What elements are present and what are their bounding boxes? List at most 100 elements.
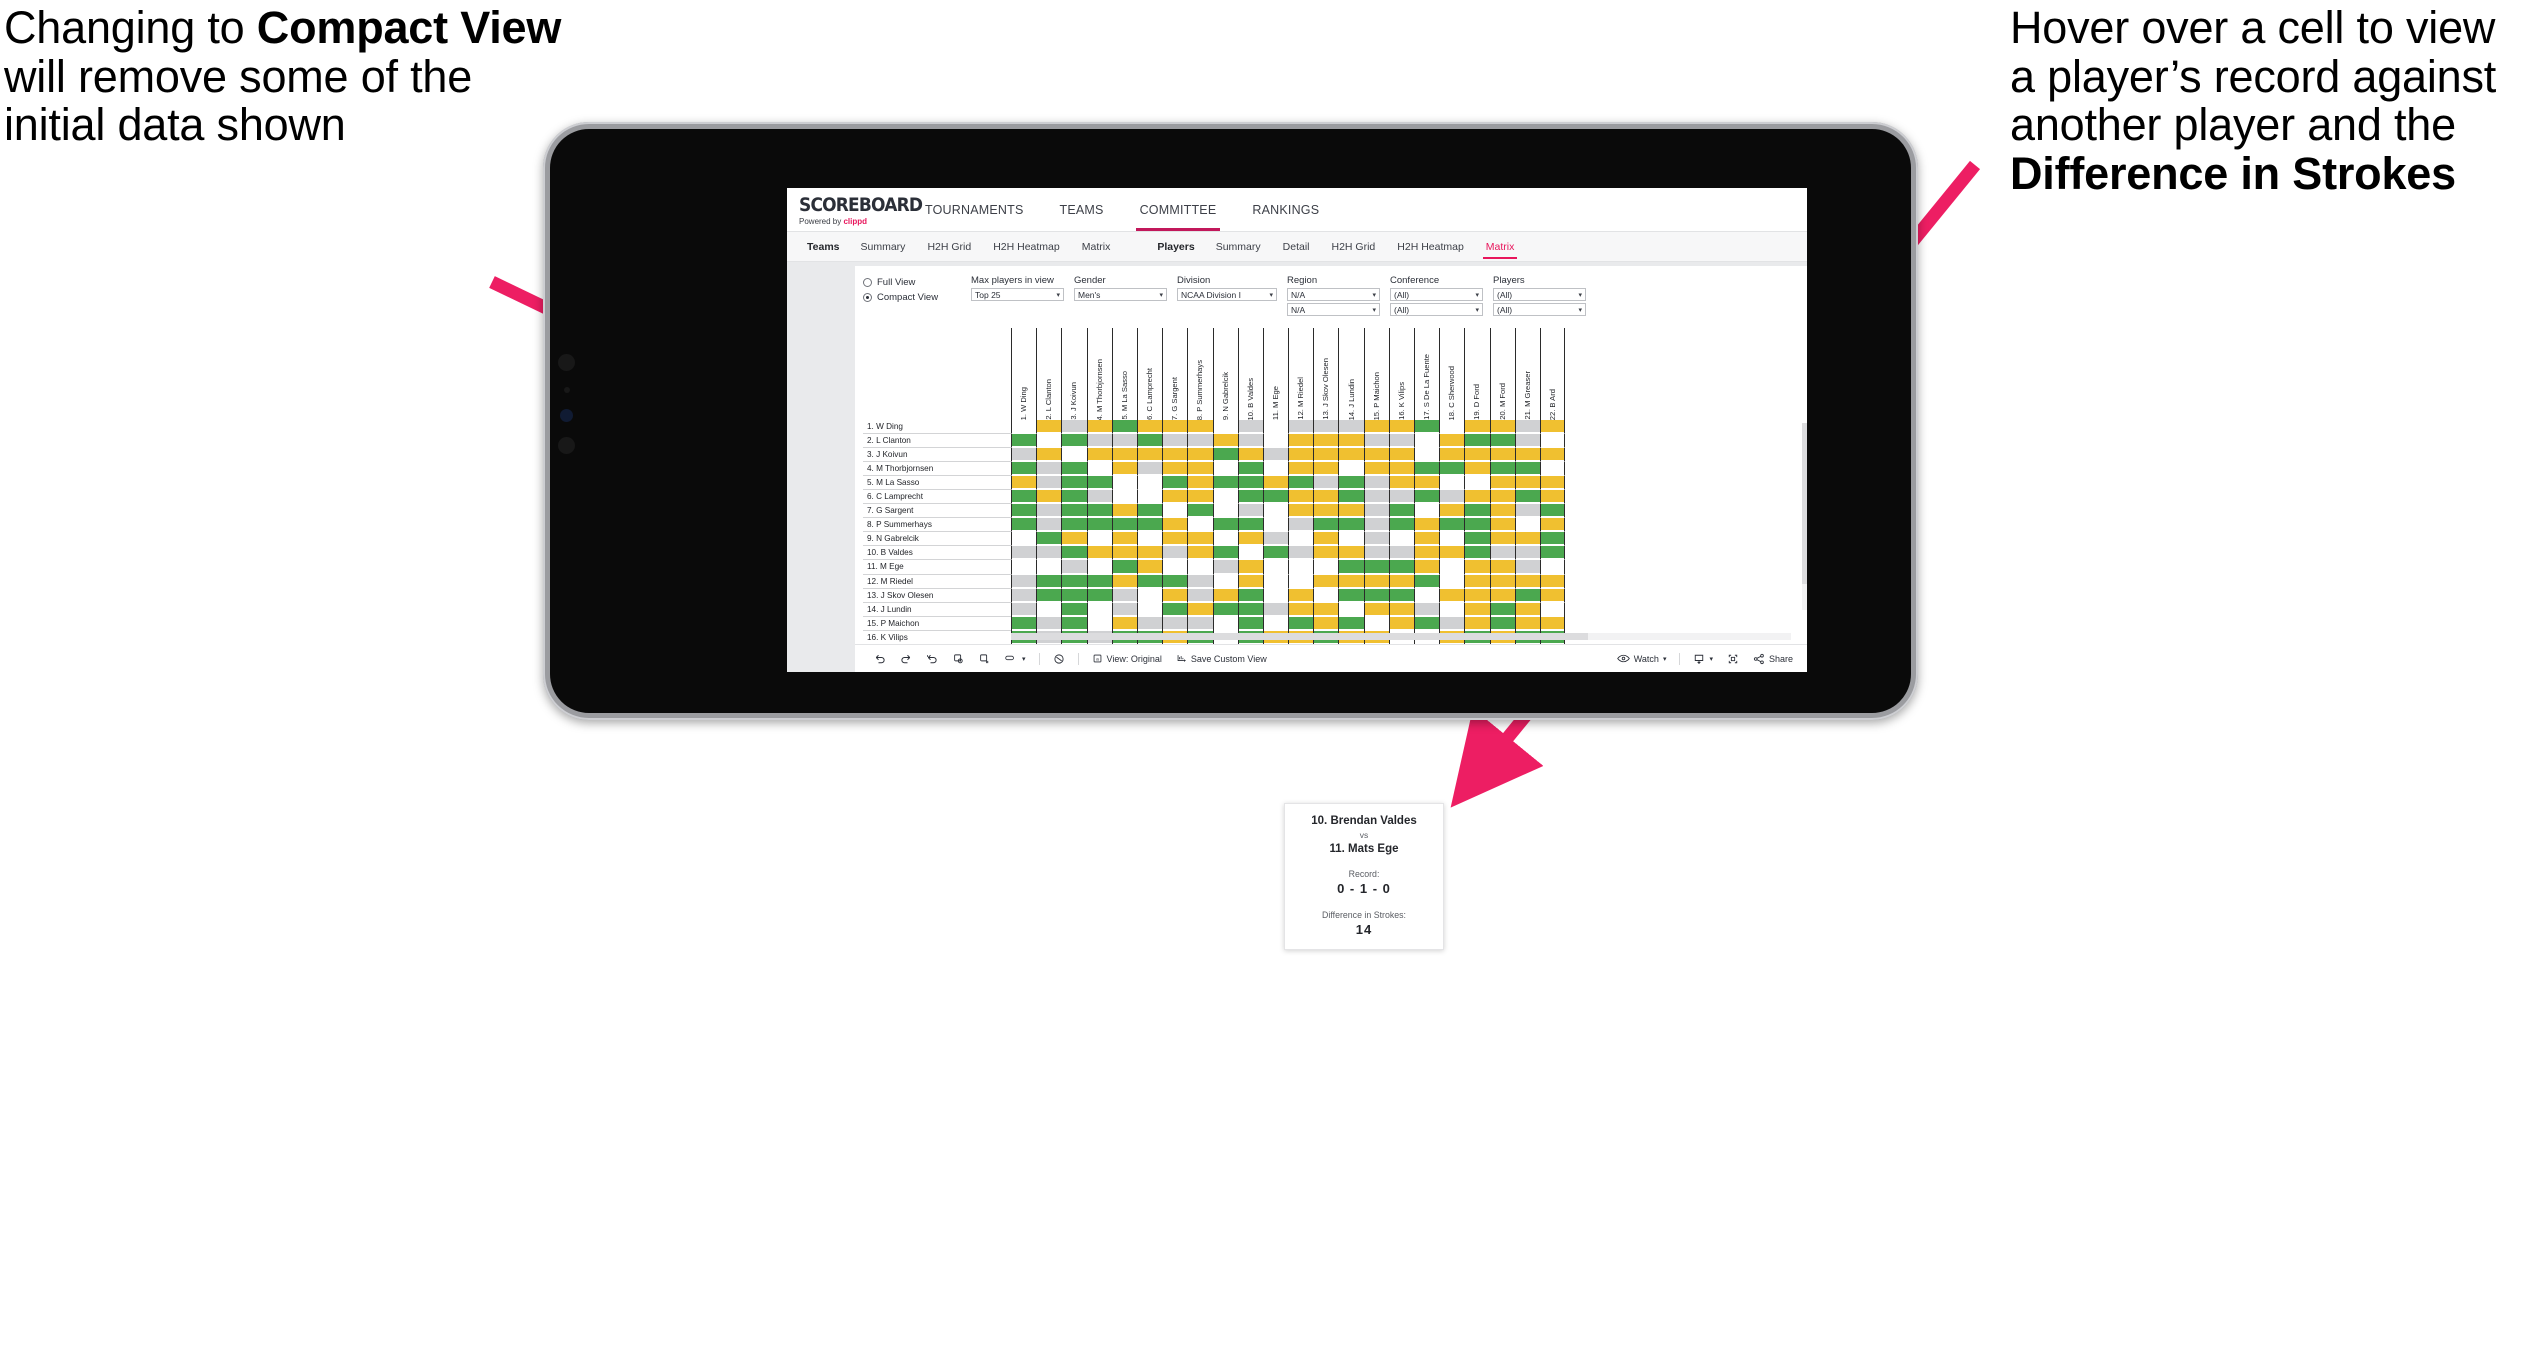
matrix-cell[interactable] xyxy=(1011,602,1037,617)
horizontal-scrollbar-thumb[interactable] xyxy=(1011,633,1589,640)
filter-conference-select-2[interactable]: (All) ▾ xyxy=(1390,303,1483,316)
tab-teams-summary[interactable]: Summary xyxy=(850,232,917,262)
matrix-cell[interactable] xyxy=(1162,602,1188,617)
matrix-cell[interactable] xyxy=(1489,490,1515,505)
matrix-cell[interactable] xyxy=(1036,434,1062,449)
matrix-cell[interactable] xyxy=(1036,546,1062,561)
matrix-cell[interactable] xyxy=(1363,560,1389,575)
matrix-cell[interactable] xyxy=(1162,434,1188,449)
matrix-cell[interactable] xyxy=(1489,546,1515,561)
matrix-cell[interactable] xyxy=(1162,476,1188,491)
matrix-cell[interactable] xyxy=(1338,476,1364,491)
matrix-cell[interactable] xyxy=(1464,546,1490,561)
matrix-cell[interactable] xyxy=(1439,574,1465,589)
matrix-cell[interactable] xyxy=(1162,490,1188,505)
matrix-cell[interactable] xyxy=(1439,504,1465,519)
radio-full-view[interactable]: Full View xyxy=(863,277,971,288)
matrix-cell[interactable] xyxy=(1162,574,1188,589)
matrix-cell[interactable] xyxy=(1162,462,1188,477)
matrix-cell[interactable] xyxy=(1414,518,1440,533)
matrix-cell[interactable] xyxy=(1086,448,1112,463)
matrix-cell[interactable] xyxy=(1288,560,1314,575)
matrix-cell[interactable] xyxy=(1262,560,1289,575)
matrix-cell[interactable] xyxy=(1086,588,1112,603)
matrix-cell[interactable] xyxy=(1539,490,1566,505)
vertical-scrollbar-thumb[interactable] xyxy=(1802,423,1807,584)
matrix-cell[interactable] xyxy=(1313,490,1339,505)
matrix-cell[interactable] xyxy=(1414,434,1440,449)
filter-players-select-2[interactable]: (All) ▾ xyxy=(1493,303,1586,316)
fullscreen-button[interactable] xyxy=(1720,645,1746,673)
nav-committee[interactable]: COMMITTEE xyxy=(1122,188,1235,231)
matrix-cell[interactable] xyxy=(1388,434,1414,449)
matrix-cell[interactable] xyxy=(1388,448,1414,463)
matrix-cell[interactable] xyxy=(1489,420,1515,435)
matrix-cell[interactable] xyxy=(1237,420,1263,435)
matrix-cell[interactable] xyxy=(1288,490,1314,505)
matrix-cell[interactable] xyxy=(1187,434,1213,449)
matrix-cell[interactable] xyxy=(1162,546,1188,561)
matrix-cell[interactable] xyxy=(1061,420,1087,435)
matrix-cell[interactable] xyxy=(1212,490,1238,505)
matrix-cell[interactable] xyxy=(1111,504,1137,519)
matrix-cell[interactable] xyxy=(1162,420,1188,435)
matrix-cell[interactable] xyxy=(1489,560,1515,575)
matrix-cell[interactable] xyxy=(1111,560,1137,575)
matrix-cell[interactable] xyxy=(1313,532,1339,547)
matrix-cell[interactable] xyxy=(1514,448,1540,463)
matrix-cell[interactable] xyxy=(1061,532,1087,547)
matrix-cell[interactable] xyxy=(1036,504,1062,519)
matrix-cell[interactable] xyxy=(1514,588,1540,603)
nav-tournaments[interactable]: TOURNAMENTS xyxy=(907,188,1042,231)
matrix-cell[interactable] xyxy=(1061,602,1087,617)
matrix-cell[interactable] xyxy=(1061,574,1087,589)
matrix-cell[interactable] xyxy=(1313,518,1339,533)
matrix-cell[interactable] xyxy=(1414,588,1440,603)
matrix-cell[interactable] xyxy=(1237,574,1263,589)
tab-players-h2h-heatmap[interactable]: H2H Heatmap xyxy=(1386,232,1475,262)
matrix-cell[interactable] xyxy=(1237,434,1263,449)
matrix-cell[interactable] xyxy=(1514,546,1540,561)
matrix-cell[interactable] xyxy=(1464,532,1490,547)
matrix-cell[interactable] xyxy=(1187,490,1213,505)
matrix-cell[interactable] xyxy=(1162,588,1188,603)
matrix-cell[interactable] xyxy=(1414,476,1440,491)
matrix-cell[interactable] xyxy=(1514,532,1540,547)
matrix-cell[interactable] xyxy=(1464,434,1490,449)
matrix-cell[interactable] xyxy=(1111,462,1137,477)
matrix-cell[interactable] xyxy=(1489,448,1515,463)
matrix-cell[interactable] xyxy=(1237,546,1263,561)
matrix-cell[interactable] xyxy=(1313,546,1339,561)
matrix-cell[interactable] xyxy=(1363,504,1389,519)
matrix-cell[interactable] xyxy=(1011,588,1037,603)
tab-players-summary[interactable]: Summary xyxy=(1205,232,1272,262)
matrix-cell[interactable] xyxy=(1539,434,1566,449)
matrix-cell[interactable] xyxy=(1539,476,1566,491)
matrix-cell[interactable] xyxy=(1414,560,1440,575)
matrix-cell[interactable] xyxy=(1539,462,1566,477)
filter-max-players-select[interactable]: Top 25 ▾ xyxy=(971,288,1064,301)
radio-compact-view[interactable]: Compact View xyxy=(863,292,971,303)
matrix-cell[interactable] xyxy=(1212,448,1238,463)
download-button[interactable]: ▾ xyxy=(1686,645,1720,673)
matrix-cell[interactable] xyxy=(1388,476,1414,491)
matrix-cell[interactable] xyxy=(1136,518,1163,533)
matrix-cell[interactable] xyxy=(1338,434,1364,449)
matrix-cell[interactable] xyxy=(1363,588,1389,603)
matrix-cell[interactable] xyxy=(1162,532,1188,547)
matrix-cell[interactable] xyxy=(1514,602,1540,617)
matrix-cell[interactable] xyxy=(1061,546,1087,561)
matrix-cell[interactable] xyxy=(1086,560,1112,575)
matrix-cell[interactable] xyxy=(1338,574,1364,589)
matrix-cell[interactable] xyxy=(1388,518,1414,533)
matrix-cell[interactable] xyxy=(1539,546,1566,561)
matrix-cell[interactable] xyxy=(1212,574,1238,589)
matrix-cell[interactable] xyxy=(1388,462,1414,477)
matrix-cell[interactable] xyxy=(1439,434,1465,449)
matrix-cell[interactable] xyxy=(1539,588,1566,603)
matrix-cell[interactable] xyxy=(1136,504,1163,519)
matrix-cell[interactable] xyxy=(1212,420,1238,435)
matrix-cell[interactable] xyxy=(1539,560,1566,575)
matrix-cell[interactable] xyxy=(1489,532,1515,547)
matrix-cell[interactable] xyxy=(1514,518,1540,533)
